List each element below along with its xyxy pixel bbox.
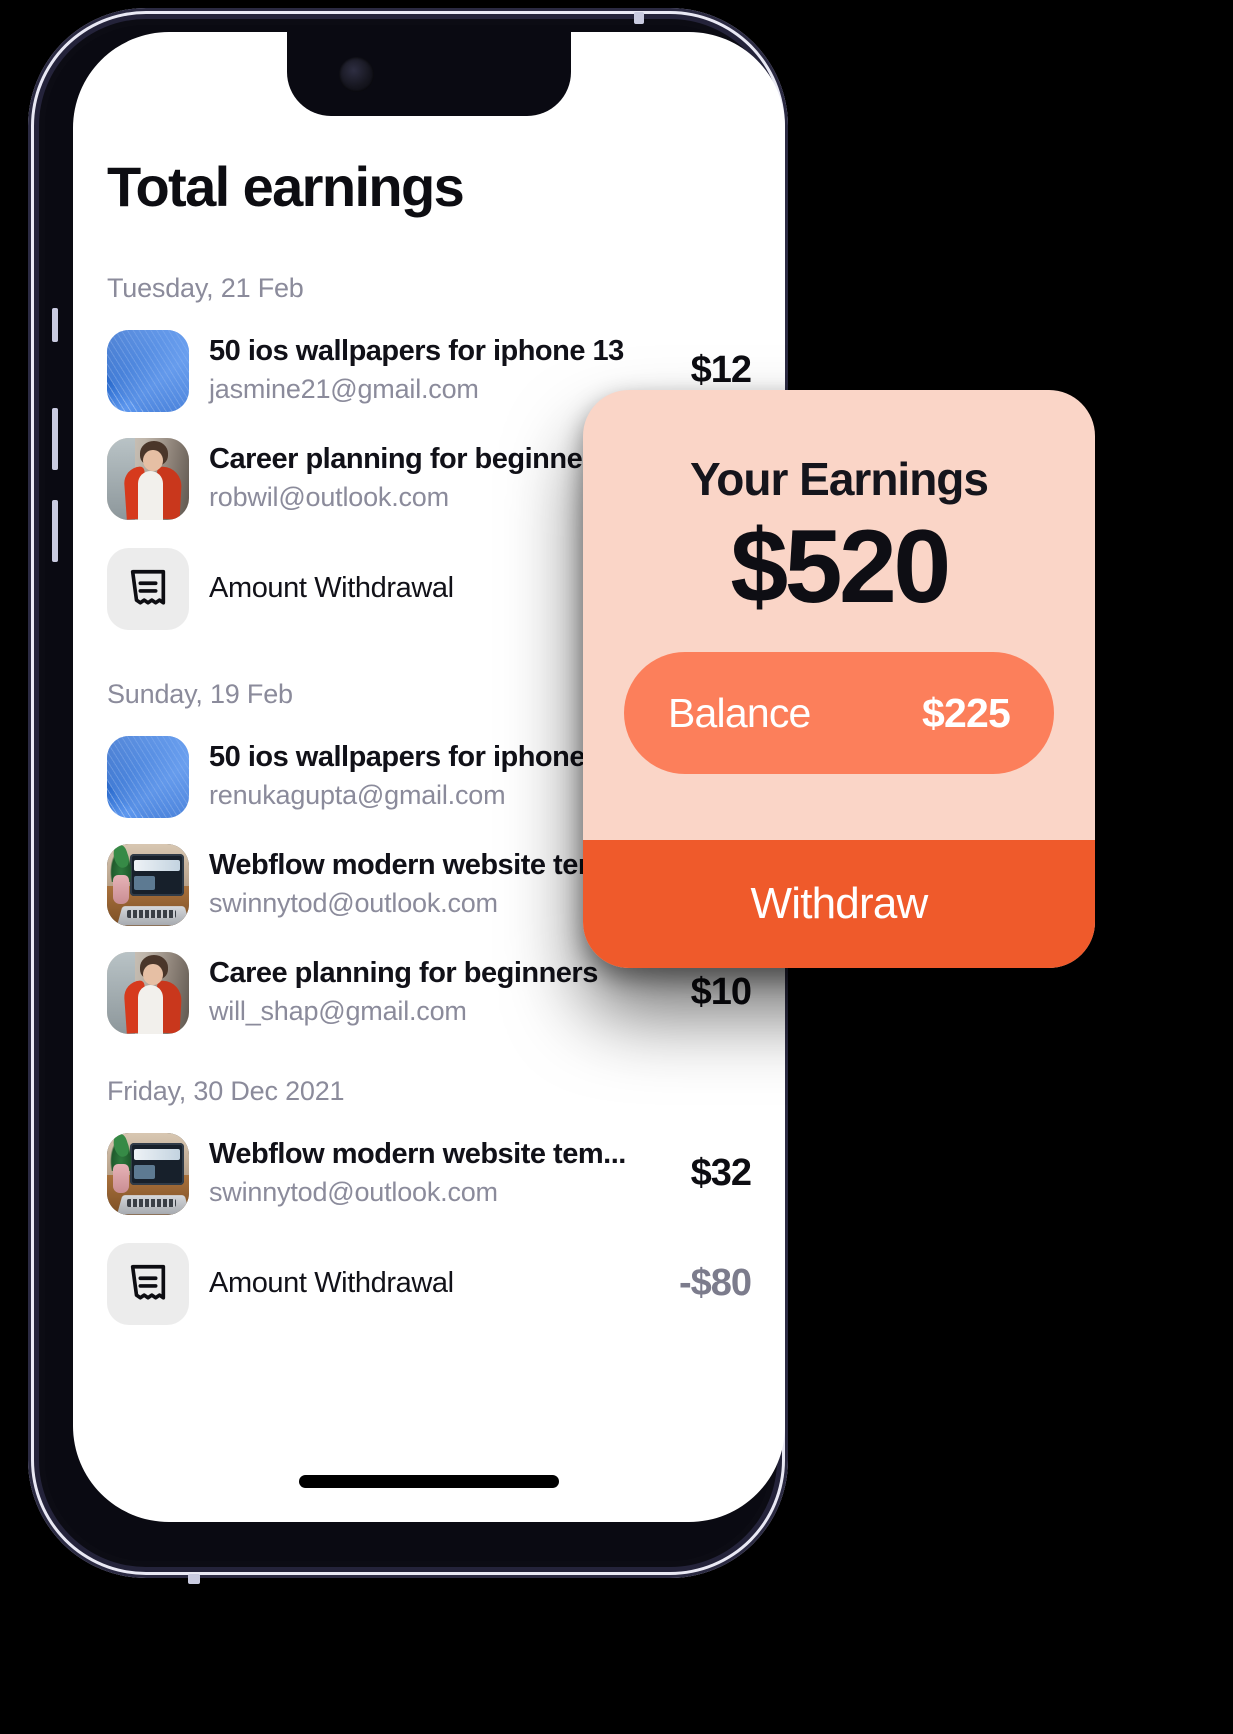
transaction-amount: $10	[690, 971, 752, 1014]
transaction-amount: $12	[690, 349, 752, 392]
webflow-photo-thumbnail	[107, 843, 189, 926]
section-date-header: Tuesday, 21 Feb	[107, 272, 304, 303]
transaction-title: 50 ios wallpapers for iphone 13	[209, 335, 624, 368]
transaction-amount: $32	[690, 1152, 752, 1195]
career-photo-thumbnail	[107, 951, 189, 1034]
withdraw-button[interactable]: Withdraw	[583, 840, 1095, 968]
transaction-buyer-email: swinnytod@outlook.com	[209, 1177, 498, 1208]
front-camera-icon	[339, 57, 374, 92]
balance-value: $225	[921, 689, 1011, 736]
transaction-buyer-email: will_shap@gmail.com	[209, 996, 467, 1027]
balance-pill[interactable]: Balance $225	[624, 652, 1054, 775]
page-title: Total earnings	[107, 155, 465, 218]
screenshot-stage: Total earnings Tuesday, 21 Feb 50 ios wa…	[0, 0, 1233, 1734]
transaction-title: Webflow modern website tem...	[209, 1138, 626, 1171]
section-date-header: Friday, 30 Dec 2021	[107, 1075, 345, 1106]
mute-switch[interactable]	[52, 308, 58, 342]
balance-label: Balance	[668, 689, 811, 736]
wallpaper-thumbnail	[107, 329, 189, 412]
table-row[interactable]: Amount Withdrawal -$80	[107, 1242, 752, 1325]
receipt-icon	[107, 1242, 189, 1325]
table-row[interactable]: Webflow modern website tem... swinnytod@…	[107, 1132, 752, 1215]
transaction-buyer-email: jasmine21@gmail.com	[209, 374, 479, 405]
phone-notch	[287, 32, 571, 116]
transaction-title: Amount Withdrawal	[209, 1267, 454, 1300]
transaction-section: Friday, 30 Dec 2021 Webflow modern websi…	[107, 1075, 752, 1325]
antenna-line-bottom	[188, 1574, 200, 1584]
earnings-total-amount: $520	[730, 509, 951, 625]
receipt-icon	[107, 547, 189, 630]
volume-down-button[interactable]	[52, 500, 58, 562]
career-photo-thumbnail	[107, 437, 189, 520]
transaction-text: 50 ios wallpapers for iphone 13 jasmine2…	[209, 334, 657, 407]
earnings-card: Your Earnings $520 Balance $225 Withdraw	[583, 390, 1095, 968]
wallpaper-thumbnail	[107, 735, 189, 818]
webflow-photo-thumbnail	[107, 1132, 189, 1215]
antenna-line-top	[634, 12, 644, 24]
earnings-card-title: Your Earnings	[690, 453, 989, 505]
volume-up-button[interactable]	[52, 408, 58, 470]
transaction-amount: -$80	[678, 1262, 752, 1305]
transaction-text: Amount Withdrawal	[209, 1267, 645, 1300]
home-indicator[interactable]	[299, 1475, 559, 1488]
transaction-text: Webflow modern website tem... swinnytod@…	[209, 1137, 657, 1210]
